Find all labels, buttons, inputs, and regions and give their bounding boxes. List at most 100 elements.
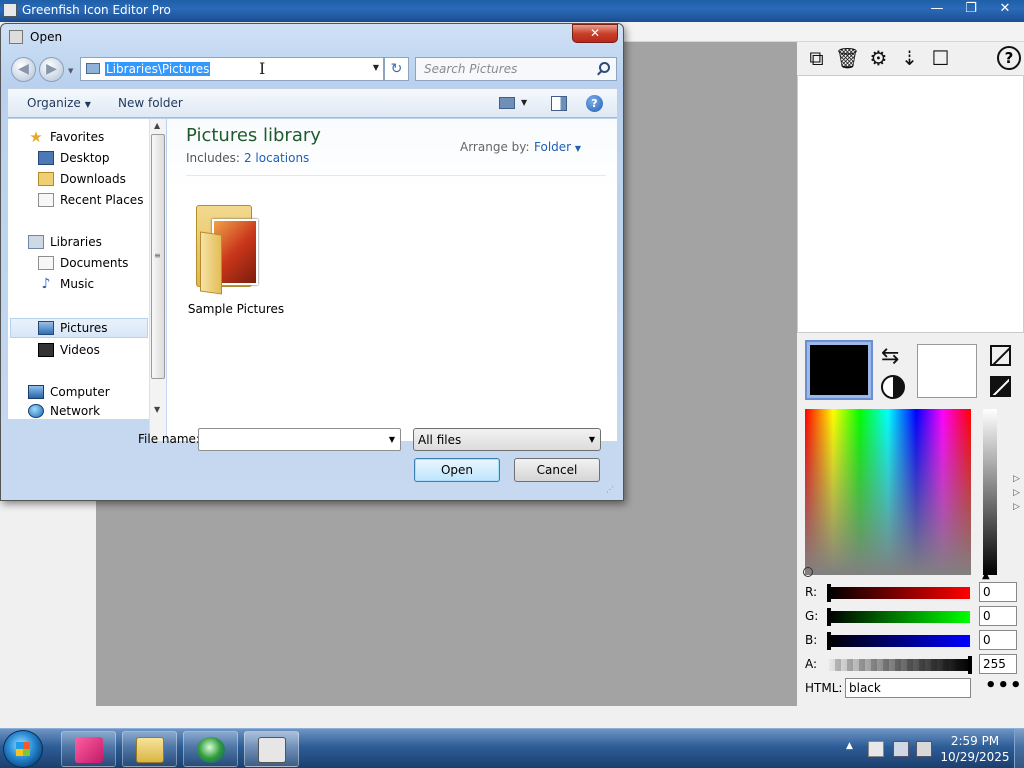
red-slider[interactable] <box>827 584 970 602</box>
panel-toolbar: ⧉ 🗑 ⚙ ⇣ ☐ <box>797 42 1024 74</box>
view-options-dropdown[interactable]: ▼ <box>521 98 527 107</box>
search-input[interactable]: Search Pictures <box>415 57 617 81</box>
transparent-color-icon[interactable] <box>990 345 1011 366</box>
star-icon: ★ <box>29 128 43 146</box>
help-icon[interactable]: ? <box>586 95 603 112</box>
nav-item-computer[interactable]: Computer <box>28 382 110 402</box>
start-button[interactable] <box>3 730 43 768</box>
layer-preview[interactable] <box>797 75 1024 333</box>
open-button[interactable]: Open <box>414 458 500 482</box>
taskbar-browser[interactable] <box>183 731 238 767</box>
videos-icon <box>38 343 54 357</box>
library-title: Pictures library <box>186 125 321 146</box>
alpha-value-field[interactable]: 255 <box>979 654 1017 674</box>
list-item[interactable]: Sample Pictures <box>188 205 284 325</box>
contrast-icon[interactable] <box>881 375 905 399</box>
red-label: R: <box>805 585 818 599</box>
nav-item-music[interactable]: ♪ Music <box>38 274 95 294</box>
nav-item-documents[interactable]: Documents <box>38 253 128 273</box>
volume-muted-icon[interactable] <box>916 741 932 757</box>
luminance-slider[interactable] <box>983 409 997 575</box>
search-icon[interactable] <box>599 62 610 73</box>
arrange-by-value: Folder <box>534 140 572 154</box>
change-view-icon[interactable] <box>499 97 515 109</box>
swap-colors-icon[interactable]: ⇆ <box>881 344 899 369</box>
green-channel-row: G: 0 <box>805 606 1017 626</box>
cancel-button[interactable]: Cancel <box>514 458 600 482</box>
show-desktop-button[interactable] <box>1014 729 1024 768</box>
forward-button[interactable]: ▶ <box>39 57 64 82</box>
explorer-icon <box>136 737 164 763</box>
minimize-button[interactable]: — <box>920 0 954 20</box>
blue-value-field[interactable]: 0 <box>979 630 1017 650</box>
scroll-down-icon[interactable]: ▼ <box>154 405 160 414</box>
taskbar-app-1[interactable] <box>61 731 116 767</box>
color-spectrum[interactable] <box>805 409 971 575</box>
scroll-up-icon[interactable]: ▲ <box>154 121 160 130</box>
settings-icon[interactable]: ⚙ <box>863 44 894 72</box>
nav-item-downloads[interactable]: Downloads <box>38 169 126 189</box>
green-value-field[interactable]: 0 <box>979 606 1017 626</box>
network-icon[interactable] <box>893 741 909 757</box>
taskbar-explorer[interactable] <box>122 731 177 767</box>
taskbar: ▲ 2:59 PM 10/29/2025 <box>0 728 1024 768</box>
nav-item-desktop[interactable]: Desktop <box>38 148 110 168</box>
preview-pane-icon[interactable] <box>551 96 567 111</box>
alpha-label: A: <box>805 657 818 671</box>
blue-label: B: <box>805 633 818 647</box>
navigation-pane: ★ Favorites Desktop Downloads Recent Plac… <box>8 119 166 419</box>
more-options-icon[interactable]: ••• <box>985 675 1023 696</box>
nav-scrollbar[interactable]: ▲ ≡ ▼ <box>149 119 166 441</box>
nav-label: Documents <box>60 256 129 270</box>
file-name-dropdown[interactable]: ▼ <box>389 435 395 444</box>
taskbar-icon-editor[interactable] <box>244 731 299 767</box>
green-label: G: <box>805 609 819 623</box>
nav-item-libraries[interactable]: Libraries <box>28 232 102 252</box>
back-button[interactable]: ◀ <box>11 57 36 82</box>
arrange-by-dropdown[interactable]: Folder ▼ <box>534 140 581 154</box>
address-bar[interactable]: Libraries\Pictures I ▼ <box>80 57 384 81</box>
nav-item-network[interactable]: Network <box>28 402 100 420</box>
maximize-button[interactable]: ❐ <box>954 0 988 20</box>
address-dropdown[interactable]: ▼ <box>373 63 379 72</box>
library-header: Pictures library Includes: 2 locations Ar… <box>167 119 617 193</box>
address-text[interactable]: Libraries\Pictures <box>105 62 211 76</box>
html-color-field[interactable]: black <box>845 678 971 698</box>
crop-icon[interactable]: ☐ <box>925 44 956 72</box>
dialog-close-button[interactable]: ✕ <box>572 24 618 43</box>
merge-down-icon[interactable]: ⇣ <box>894 44 925 72</box>
nav-item-pictures[interactable]: Pictures <box>10 318 148 338</box>
action-center-icon[interactable] <box>868 741 884 757</box>
clock[interactable]: 2:59 PM 10/29/2025 <box>940 733 1010 765</box>
inverted-color-icon[interactable] <box>990 376 1011 397</box>
file-name-field[interactable]: ▼ <box>198 428 401 451</box>
nav-item-recent-places[interactable]: Recent Places <box>38 190 143 210</box>
nav-item-videos[interactable]: Videos <box>38 340 100 360</box>
green-slider[interactable] <box>827 608 970 626</box>
nav-label: Network <box>50 404 101 418</box>
recent-locations-dropdown[interactable]: ▼ <box>68 67 73 75</box>
red-value-field[interactable]: 0 <box>979 582 1017 602</box>
spectrum-cursor[interactable] <box>803 567 813 577</box>
resize-grip-icon[interactable]: ⋰ <box>606 485 615 494</box>
locations-link[interactable]: 2 locations <box>244 151 309 165</box>
app-icon <box>3 3 17 17</box>
new-layer-icon[interactable]: ⧉ <box>801 44 832 72</box>
blue-slider[interactable] <box>827 632 970 650</box>
nav-item-favorites[interactable]: ★ Favorites <box>28 127 104 147</box>
new-folder-button[interactable]: New folder <box>118 96 183 110</box>
close-button[interactable]: ✕ <box>988 0 1022 20</box>
delete-icon[interactable]: 🗑 <box>832 44 863 72</box>
refresh-button[interactable]: ↻ <box>384 57 409 81</box>
help-icon[interactable]: ? <box>997 46 1021 70</box>
nav-label: Videos <box>60 343 100 357</box>
organize-label: Organize <box>27 96 81 110</box>
alpha-gradient <box>829 659 970 671</box>
show-hidden-icons[interactable]: ▲ <box>846 741 853 751</box>
organize-button[interactable]: Organize ▼ <box>27 96 91 110</box>
file-name-label: File name: <box>138 432 200 446</box>
secondary-color-swatch[interactable] <box>917 344 977 398</box>
file-type-select[interactable]: All files ▼ <box>413 428 601 451</box>
primary-color-swatch[interactable] <box>805 340 873 400</box>
luminance-handle[interactable]: ▲ <box>982 570 990 581</box>
